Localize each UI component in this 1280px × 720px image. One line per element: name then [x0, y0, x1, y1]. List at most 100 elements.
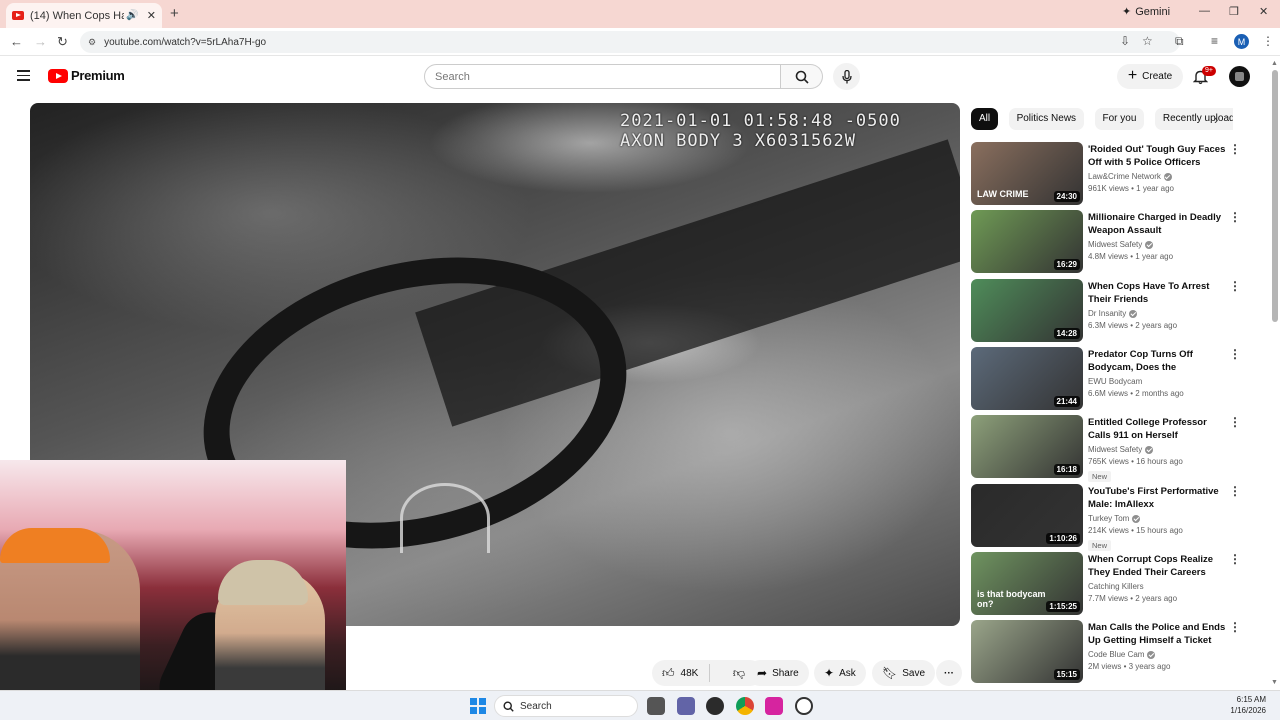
channel-name[interactable]: Turkey Tom	[1088, 514, 1129, 523]
more-options-icon[interactable]: ⋮	[1229, 211, 1241, 223]
share-button[interactable]: ➦ Share	[747, 660, 809, 686]
video-title[interactable]: Millionaire Charged in Deadly Weapon Ass…	[1088, 211, 1228, 237]
video-thumbnail[interactable]: is that bodycam on? 1:15:25	[971, 552, 1083, 615]
scrollbar-thumb[interactable]	[1272, 70, 1278, 322]
search-button[interactable]	[781, 64, 823, 89]
view-count: 6.3M views	[1088, 321, 1129, 330]
site-info-icon[interactable]: ⚙	[88, 37, 96, 48]
youtube-header: Premium Search + Create 9+	[0, 57, 1272, 97]
taskbar-search[interactable]: Search	[494, 695, 638, 717]
video-title[interactable]: Man Calls the Police and Ends Up Getting…	[1088, 621, 1228, 647]
video-thumbnail[interactable]: 16:18	[971, 415, 1083, 478]
more-options-icon[interactable]: ⋮	[1229, 348, 1241, 360]
chatgpt-icon[interactable]	[795, 697, 813, 715]
video-title[interactable]: When Cops Have To Arrest Their Friends	[1088, 280, 1228, 306]
recommended-video[interactable]: 16:18 Entitled College Professor Calls 91…	[971, 415, 1251, 482]
video-duration: 1:10:26	[1046, 533, 1080, 544]
more-options-icon[interactable]: ⋮	[1229, 553, 1241, 565]
chip-recently-uploaded[interactable]: Recently uploaded	[1154, 108, 1233, 130]
chip-for-you[interactable]: For you	[1094, 108, 1145, 130]
ask-label: Ask	[839, 667, 856, 679]
scroll-up-icon[interactable]: ▲	[1271, 60, 1278, 67]
video-thumbnail[interactable]: 15:15	[971, 620, 1083, 683]
more-options-icon[interactable]: ⋮	[1229, 143, 1241, 155]
more-options-icon[interactable]: ⋮	[1229, 485, 1241, 497]
reading-list-icon[interactable]: ≡	[1211, 34, 1218, 48]
speedometer-shape	[400, 483, 490, 553]
close-tab-icon[interactable]: ✕	[147, 9, 156, 22]
upload-age: 3 years ago	[1128, 662, 1171, 671]
video-thumbnail[interactable]: 16:29	[971, 210, 1083, 273]
gemini-label: Gemini	[1135, 5, 1171, 18]
bodycam-timestamp: 2021-01-01 01:58:48 -0500	[620, 111, 901, 131]
speaker-icon[interactable]: 🔊	[126, 10, 138, 21]
extensions-icon[interactable]: ⧉	[1175, 34, 1184, 49]
profile-avatar[interactable]: M	[1234, 34, 1249, 49]
browser-toolbar: ← → ↻ ⚙ youtube.com/watch?v=5rLAha7H-go …	[0, 28, 1280, 56]
channel-name[interactable]: Dr Insanity	[1088, 309, 1126, 318]
recommended-video[interactable]: 1:10:26 YouTube's First Performative Male…	[971, 484, 1251, 551]
search-input[interactable]: Search	[424, 64, 781, 89]
reload-icon[interactable]: ↻	[57, 34, 68, 50]
hamburger-menu-icon[interactable]	[17, 70, 30, 81]
video-thumbnail[interactable]: 21:44	[971, 347, 1083, 410]
channel-name[interactable]: Law&Crime Network	[1088, 172, 1161, 181]
create-button[interactable]: + Create	[1117, 64, 1183, 89]
channel-name[interactable]: Catching Killers	[1088, 582, 1144, 591]
bookmark-star-icon[interactable]: ☆	[1142, 34, 1153, 48]
video-thumbnail[interactable]: LAW CRIME 24:30	[971, 142, 1083, 205]
more-options-icon[interactable]: ⋮	[1229, 416, 1241, 428]
minimize-icon[interactable]: —	[1199, 5, 1210, 17]
recommended-video[interactable]: is that bodycam on? 1:15:25 When Corrupt C…	[971, 552, 1251, 616]
chevron-right-icon[interactable]: ›	[1214, 112, 1218, 127]
more-options-icon[interactable]: ⋮	[1229, 280, 1241, 292]
recommended-video[interactable]: 15:15 Man Calls the Police and Ends Up Ge…	[971, 620, 1251, 684]
video-thumbnail[interactable]: 1:10:26	[971, 484, 1083, 547]
chrome-icon[interactable]	[736, 697, 754, 715]
video-title[interactable]: YouTube's First Performative Male: ImAll…	[1088, 485, 1228, 511]
chip-all[interactable]: All	[971, 108, 999, 130]
forward-icon[interactable]: →	[34, 34, 47, 49]
browser-tab[interactable]: (14) When Cops Have To Arrest 🔊 ✕	[6, 3, 162, 28]
voice-search-button[interactable]	[833, 63, 860, 90]
teams-icon[interactable]	[677, 697, 695, 715]
chip-politics-news[interactable]: Politics News	[1008, 108, 1085, 130]
new-tab-icon[interactable]: +	[170, 5, 179, 22]
system-clock[interactable]: 6:15 AM 1/16/2026	[1228, 694, 1266, 716]
back-icon[interactable]: ←	[10, 34, 23, 49]
verified-badge-icon	[1145, 240, 1154, 249]
more-actions-button[interactable]: ···	[936, 660, 962, 686]
clock-time: 6:15 AM	[1236, 695, 1266, 704]
address-bar[interactable]: ⚙ youtube.com/watch?v=5rLAha7H-go	[80, 31, 1180, 53]
video-thumbnail[interactable]: 14:28	[971, 279, 1083, 342]
channel-name[interactable]: EWU Bodycam	[1088, 377, 1142, 386]
recommended-video[interactable]: 16:29 Millionaire Charged in Deadly Weapo…	[971, 210, 1251, 274]
video-title[interactable]: Entitled College Professor Calls 911 on …	[1088, 416, 1228, 442]
obs-icon[interactable]	[706, 697, 724, 715]
video-title[interactable]: Predator Cop Turns Off Bodycam, Does the…	[1088, 348, 1228, 374]
task-view-icon[interactable]	[647, 697, 665, 715]
browser-menu-icon[interactable]: ⋮	[1262, 34, 1274, 48]
channel-name[interactable]: Code Blue Cam	[1088, 650, 1144, 659]
windows-start-icon[interactable]	[470, 698, 486, 714]
youtube-logo[interactable]: Premium	[48, 68, 125, 83]
channel-name[interactable]: Midwest Safety	[1088, 240, 1142, 249]
webcam-overlay	[0, 460, 346, 692]
more-options-icon[interactable]: ⋮	[1229, 621, 1241, 633]
recommended-video[interactable]: LAW CRIME 24:30 'Roided Out' Tough Guy Fac…	[971, 142, 1251, 206]
video-title[interactable]: 'Roided Out' Tough Guy Faces Off with 5 …	[1088, 143, 1228, 169]
channel-name[interactable]: Midwest Safety	[1088, 445, 1142, 454]
install-app-icon[interactable]: ⇩	[1120, 34, 1130, 48]
like-button[interactable]: 👍︎ 48K	[652, 664, 711, 682]
account-avatar[interactable]	[1229, 66, 1250, 87]
restore-icon[interactable]: ❐	[1229, 5, 1239, 18]
close-window-icon[interactable]: ✕	[1259, 5, 1268, 18]
scroll-down-icon[interactable]: ▼	[1271, 679, 1278, 686]
video-title[interactable]: When Corrupt Cops Realize They Ended The…	[1088, 553, 1228, 579]
save-button[interactable]: 🔖︎ Save	[872, 660, 936, 686]
gemini-button[interactable]: ✦ Gemini	[1122, 5, 1171, 19]
instagram-icon[interactable]	[765, 697, 783, 715]
recommended-video[interactable]: 14:28 When Cops Have To Arrest Their Frie…	[971, 279, 1251, 343]
ask-button[interactable]: ✦ Ask	[814, 660, 866, 686]
recommended-video[interactable]: 21:44 Predator Cop Turns Off Bodycam, Doe…	[971, 347, 1251, 411]
